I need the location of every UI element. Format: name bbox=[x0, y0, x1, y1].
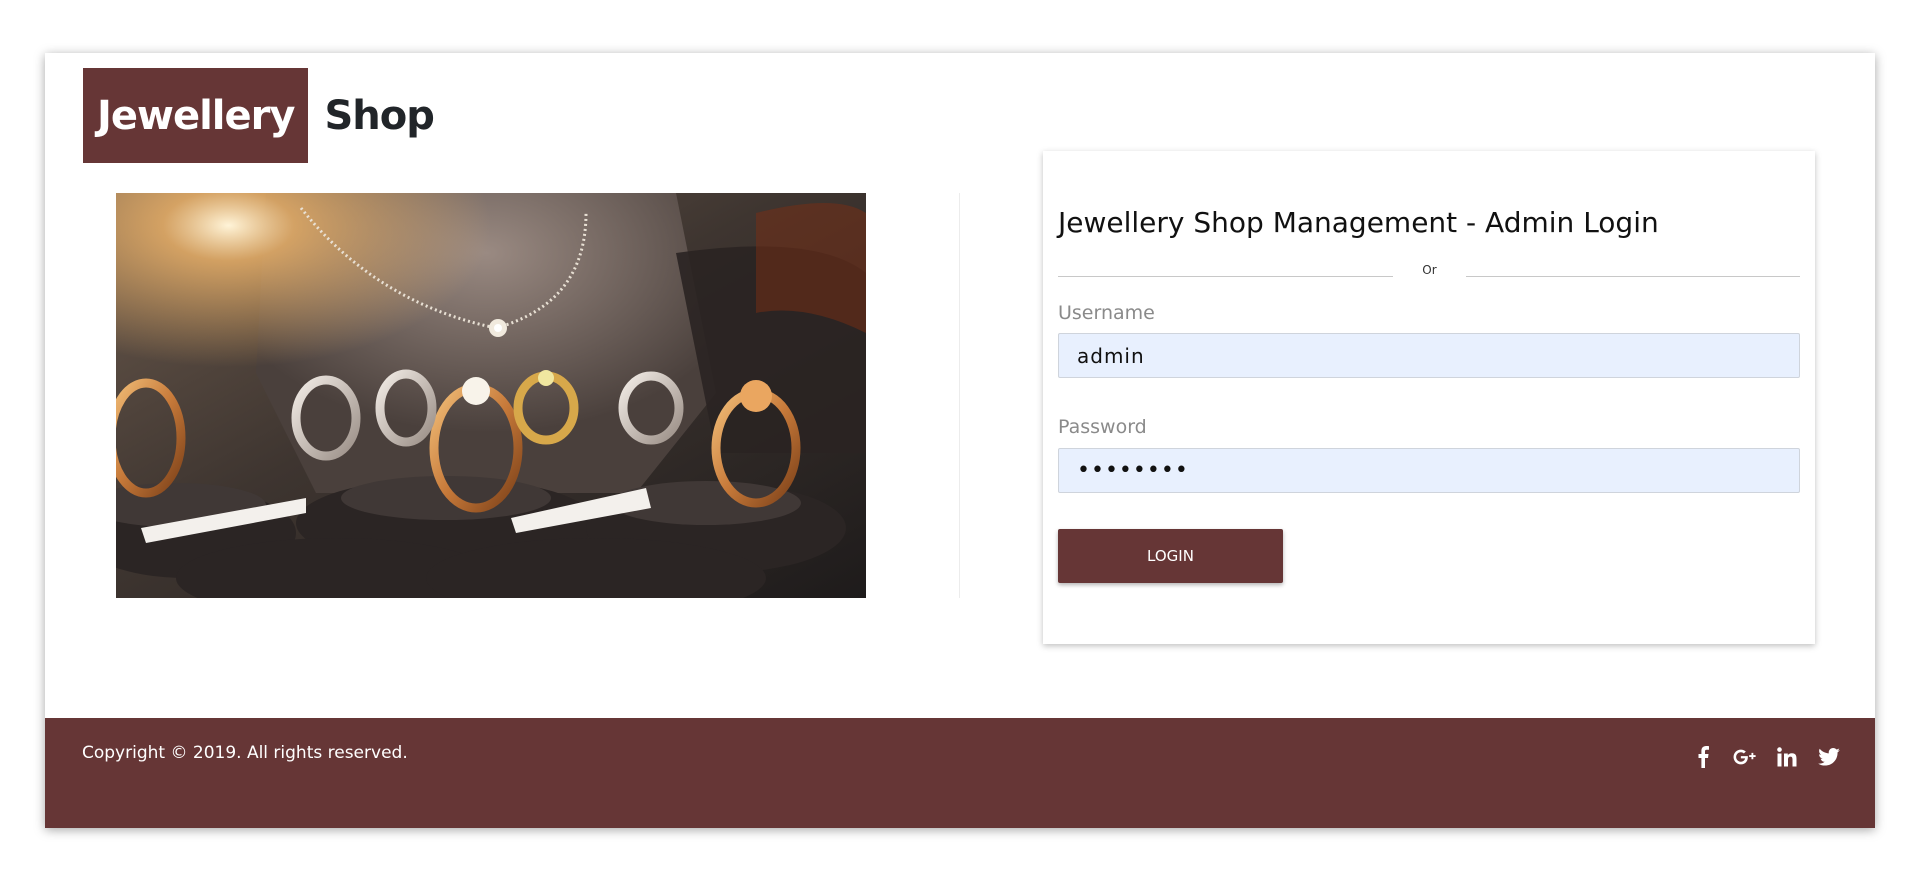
twitter-icon[interactable] bbox=[1817, 745, 1841, 769]
google-plus-icon[interactable] bbox=[1733, 745, 1757, 769]
username-input[interactable] bbox=[1058, 333, 1800, 378]
facebook-icon[interactable] bbox=[1691, 745, 1715, 769]
brand-logo[interactable]: Jewellery Shop bbox=[83, 68, 435, 163]
hero-image bbox=[116, 193, 866, 598]
username-label: Username bbox=[1058, 302, 1155, 324]
or-divider-text: Or bbox=[1422, 263, 1437, 277]
login-button[interactable]: LOGIN bbox=[1058, 529, 1283, 583]
or-divider-line-right bbox=[1466, 276, 1800, 277]
login-card: Jewellery Shop Management - Admin Login … bbox=[1043, 151, 1815, 644]
copyright-text: Copyright © 2019. All rights reserved. bbox=[82, 743, 408, 763]
or-divider: Or bbox=[1058, 261, 1800, 283]
or-divider-line-left bbox=[1058, 276, 1393, 277]
social-links bbox=[1691, 745, 1841, 769]
password-input[interactable] bbox=[1058, 448, 1800, 493]
brand-logo-highlight: Jewellery bbox=[83, 68, 309, 163]
vertical-divider bbox=[959, 193, 960, 598]
brand-logo-text: Shop bbox=[324, 92, 434, 139]
footer: Copyright © 2019. All rights reserved. bbox=[45, 718, 1875, 828]
password-label: Password bbox=[1058, 416, 1147, 438]
login-title: Jewellery Shop Management - Admin Login bbox=[1058, 206, 1659, 239]
linkedin-icon[interactable] bbox=[1775, 745, 1799, 769]
